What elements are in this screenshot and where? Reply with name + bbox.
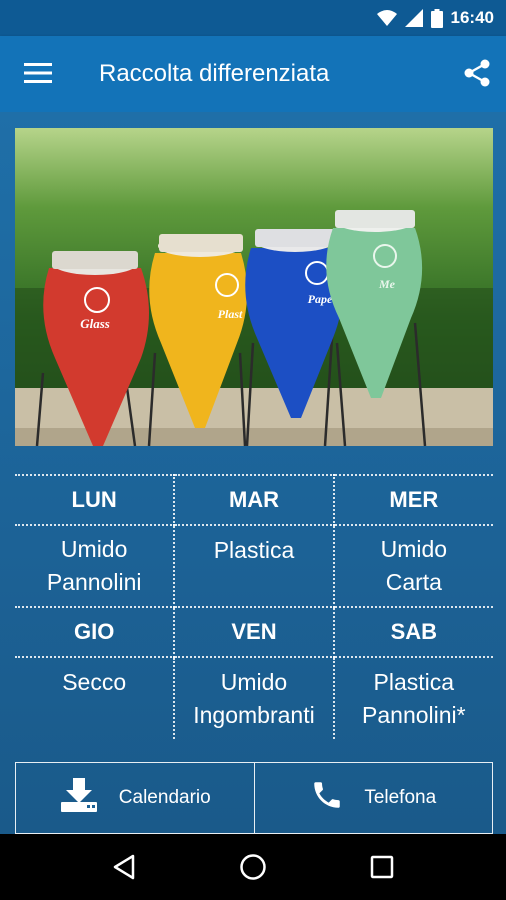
svg-text:Me: Me: [378, 277, 396, 291]
waste-type: Pannolini: [46, 569, 142, 595]
waste-type: Carta: [385, 569, 442, 595]
waste-type: Secco: [62, 669, 127, 695]
day-items: Umido Carta: [333, 525, 493, 608]
phone-button[interactable]: Telefona: [255, 763, 493, 833]
day-items: Plastica: [174, 525, 335, 608]
schedule-items-row: Secco Umido Ingombranti Plastica Pannoli…: [15, 657, 493, 739]
download-icon: [59, 776, 99, 820]
schedule-items-row: Umido Pannolini Plastica Umido Carta: [15, 525, 493, 608]
action-buttons: Calendario Telefona: [15, 762, 493, 834]
weekly-schedule: LUN MAR MER Umido Pannolini Plastica Umi…: [15, 474, 493, 740]
page-title: Raccolta differenziata: [99, 60, 330, 87]
day-header: MAR: [174, 474, 335, 526]
recents-icon[interactable]: [358, 843, 406, 891]
share-icon[interactable]: [462, 58, 492, 88]
recycling-bins-photo: Glass Plast Pape Me: [15, 128, 493, 446]
day-items: Plastica Pannolini*: [334, 657, 493, 739]
svg-text:Glass: Glass: [80, 316, 110, 331]
svg-text:Plast: Plast: [218, 307, 243, 321]
schedule-days-row: GIO VEN SAB: [15, 607, 493, 658]
day-header: GIO: [15, 607, 176, 658]
calendar-button[interactable]: Calendario: [16, 763, 255, 833]
day-items: Umido Pannolini: [15, 525, 176, 608]
back-icon[interactable]: [100, 843, 148, 891]
waste-type: Plastica: [373, 668, 455, 695]
day-header: MER: [333, 474, 493, 526]
signal-icon: [404, 9, 423, 27]
status-time: 16:40: [450, 8, 494, 27]
waste-type: Umido: [380, 536, 448, 562]
waste-type: Plastica: [213, 537, 295, 563]
svg-text:Pape: Pape: [308, 292, 333, 306]
day-header: SAB: [333, 607, 493, 658]
wifi-icon: [376, 9, 397, 27]
app-bar: Raccolta differenziata: [0, 36, 506, 112]
calendar-label: Calendario: [118, 787, 211, 808]
menu-icon[interactable]: [24, 62, 52, 84]
schedule-days-row: LUN MAR MER: [15, 474, 493, 526]
phone-icon: [310, 778, 344, 818]
day-items: Secco: [15, 657, 176, 739]
waste-type: Umido: [60, 536, 128, 562]
waste-type: Ingombranti: [193, 701, 315, 728]
home-icon[interactable]: [229, 843, 277, 891]
battery-icon: [430, 8, 443, 28]
system-nav-bar: [0, 834, 506, 900]
day-header: VEN: [174, 607, 335, 658]
phone-label: Telefona: [364, 787, 437, 808]
day-header: LUN: [15, 474, 176, 526]
schedule-table: LUN MAR MER Umido Pannolini Plastica Umi…: [15, 474, 493, 739]
status-bar: 16:40: [0, 0, 506, 36]
waste-type: Umido: [220, 668, 288, 695]
waste-type: Pannolini*: [362, 701, 466, 728]
day-items: Umido Ingombranti: [174, 657, 335, 739]
main-content: Glass Plast Pape Me LUN MAR MER Umido Pa…: [0, 112, 506, 834]
